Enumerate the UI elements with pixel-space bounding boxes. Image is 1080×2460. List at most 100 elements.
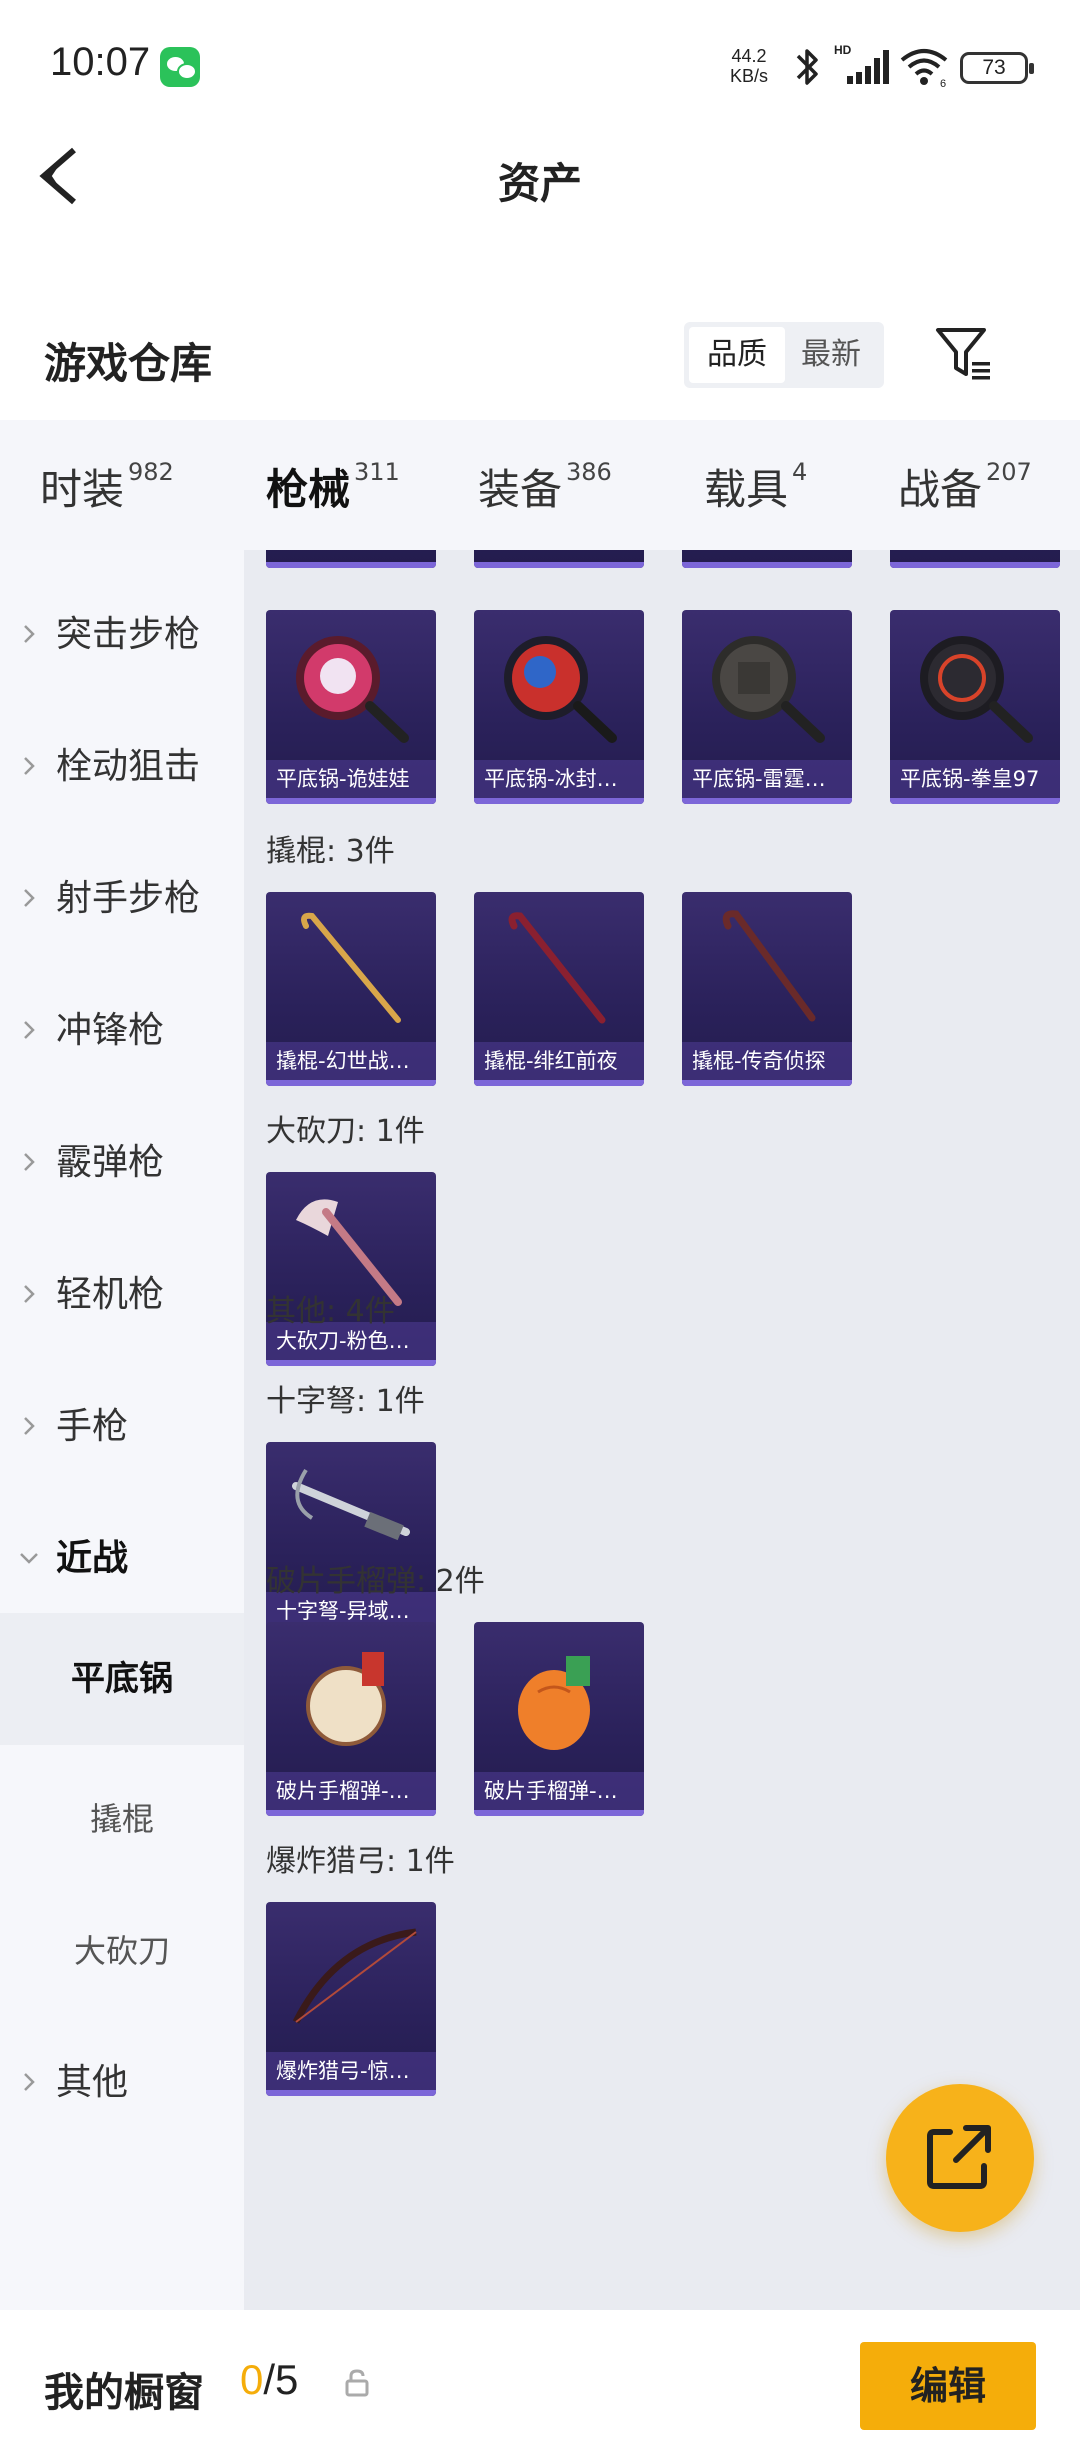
- share-icon: [927, 2125, 991, 2189]
- sidebar-item-label: 突击步枪: [56, 614, 201, 655]
- sidebar-item-label: 霰弹枪: [56, 1142, 165, 1183]
- network-speed: 44.2 KB/s: [730, 46, 768, 86]
- chevron-right-icon: [24, 1021, 35, 1039]
- grenade-image: [306, 1652, 386, 1746]
- item-name: 平底锅-雷霆…: [682, 760, 852, 798]
- item-card[interactable]: 撬棍-传奇侦探: [682, 892, 852, 1086]
- section-header-crowbar: 撬棍: 3件: [266, 834, 395, 869]
- section-header-machete: 大砍刀: 1件: [266, 1114, 425, 1149]
- sidebar-item-pistol[interactable]: 手枪: [0, 1367, 244, 1487]
- tab-count: 4: [792, 458, 808, 486]
- rarity-strip: [474, 1080, 644, 1086]
- rarity-strip: [266, 798, 436, 804]
- sidebar-item-other[interactable]: 其他: [0, 2023, 244, 2143]
- sidebar-item-label: 冲锋枪: [56, 1010, 165, 1051]
- sidebar-item-bolt-sniper[interactable]: 栓动狙击: [0, 707, 244, 827]
- tab-label: 战备: [898, 465, 983, 514]
- item-card[interactable]: 爆炸猎弓-惊…: [266, 1902, 436, 2096]
- section-header-bow: 爆炸猎弓: 1件: [266, 1844, 455, 1879]
- sidebar-item-label: 轻机枪: [56, 1274, 165, 1315]
- item-card[interactable]: 破片手榴弹-…: [266, 1622, 436, 1816]
- frying-pan-image: [296, 636, 409, 743]
- item-name: 爆炸猎弓-惊…: [266, 2052, 436, 2090]
- sidebar-subitem-crowbar[interactable]: 撬棍: [0, 1759, 244, 1879]
- nav-header: 资产: [0, 130, 1080, 220]
- showcase-count: 0/5: [240, 2356, 298, 2404]
- sidebar-item-label: 近战: [56, 1538, 129, 1579]
- item-card-partial[interactable]: [890, 550, 1060, 568]
- lock-icon: [345, 2369, 369, 2397]
- sidebar-item-shotgun[interactable]: 霰弹枪: [0, 1103, 244, 1223]
- frying-pan-image: [920, 636, 1033, 743]
- tab-equipment[interactable]: 装备 386: [478, 456, 612, 526]
- tab-vehicles[interactable]: 载具 4: [704, 456, 807, 526]
- item-card[interactable]: 平底锅-拳皇97: [890, 610, 1060, 804]
- item-name: 平底锅-拳皇97: [890, 760, 1060, 798]
- edit-button[interactable]: 编辑: [860, 2342, 1036, 2430]
- item-card[interactable]: 十字弩-异域…: [266, 1442, 436, 1636]
- item-grid: 平底锅-诡娃娃 平底锅-冰封… 平底锅-雷霆… 平底锅-拳皇97 撬棍: 3件 …: [244, 550, 1080, 2310]
- rarity-strip: [266, 1810, 436, 1816]
- tab-label: 枪械: [266, 465, 351, 514]
- rarity-strip: [474, 798, 644, 804]
- tab-count: 311: [354, 458, 400, 486]
- rarity-strip: [266, 562, 436, 568]
- filter-icon[interactable]: [934, 322, 994, 386]
- sort-quality-button[interactable]: 品质: [689, 327, 785, 383]
- bow-image: [292, 1928, 417, 2024]
- section-header-other: 其他: 4件: [266, 1294, 395, 1329]
- frying-pan-image: [504, 636, 617, 743]
- item-name: 平底锅-冰封…: [474, 760, 644, 798]
- sidebar-item-label: 手枪: [56, 1406, 129, 1447]
- sort-newest-button[interactable]: 最新: [783, 327, 879, 383]
- sidebar-item-label: 大砍刀: [73, 1932, 170, 1970]
- tab-count: 207: [986, 458, 1032, 486]
- item-card-partial[interactable]: [474, 550, 644, 568]
- item-card[interactable]: 平底锅-雷霆…: [682, 610, 852, 804]
- item-card[interactable]: 大砍刀-粉色…: [266, 1172, 436, 1366]
- sidebar-item-marksman[interactable]: 射手步枪: [0, 839, 244, 959]
- tab-fashion[interactable]: 时装 982: [40, 456, 174, 526]
- share-fab-button[interactable]: [886, 2084, 1034, 2232]
- tab-guns[interactable]: 枪械 311: [266, 456, 400, 565]
- item-name: 撬棍-传奇侦探: [682, 1042, 852, 1080]
- battery-icon: 73: [960, 52, 1034, 84]
- item-card[interactable]: 平底锅-冰封…: [474, 610, 644, 804]
- sidebar-subitem-machete[interactable]: 大砍刀: [0, 1891, 244, 2011]
- speed-value: 44.2: [731, 46, 767, 66]
- sidebar-subitem-frying-pan[interactable]: 平底锅: [0, 1613, 244, 1745]
- tab-supplies[interactable]: 战备 207: [898, 456, 1032, 526]
- crowbar-image: [301, 912, 401, 1023]
- item-card[interactable]: 破片手榴弹-…: [474, 1622, 644, 1816]
- chevron-right-icon: [24, 1285, 35, 1303]
- item-card[interactable]: 平底锅-诡娃娃: [266, 610, 436, 804]
- rarity-strip: [682, 798, 852, 804]
- sort-toggle: 品质 最新: [684, 322, 884, 388]
- item-card[interactable]: 撬棍-绯红前夜: [474, 892, 644, 1086]
- crowbar-image: [722, 910, 816, 1022]
- sidebar-item-lmg[interactable]: 轻机枪: [0, 1235, 244, 1355]
- chevron-right-icon: [24, 1153, 35, 1171]
- item-card[interactable]: 撬棍-幻世战…: [266, 892, 436, 1086]
- grenade-image: [518, 1656, 590, 1750]
- sidebar-item-assault-rifle[interactable]: 突击步枪: [0, 575, 244, 695]
- sidebar-item-label: 平底锅: [71, 1659, 173, 1699]
- svg-text:HD: HD: [834, 43, 852, 57]
- rarity-strip: [474, 1810, 644, 1816]
- bluetooth-icon: [796, 49, 818, 85]
- tab-count: 386: [566, 458, 612, 486]
- rarity-strip: [266, 1360, 436, 1366]
- rarity-strip: [682, 1080, 852, 1086]
- tab-label: 载具: [704, 465, 789, 514]
- sidebar-item-smg[interactable]: 冲锋枪: [0, 971, 244, 1091]
- section-header-grenade: 破片手榴弹: 2件: [266, 1564, 485, 1599]
- tab-label: 时装: [40, 465, 125, 514]
- sidebar-item-melee[interactable]: 近战: [0, 1499, 244, 1619]
- item-card-partial[interactable]: [266, 550, 436, 568]
- rarity-strip: [266, 1080, 436, 1086]
- item-card-partial[interactable]: [682, 550, 852, 568]
- svg-text:6: 6: [940, 78, 946, 88]
- rarity-strip: [682, 562, 852, 568]
- showcase-total: /5: [263, 2356, 299, 2403]
- showcase-current: 0: [240, 2356, 264, 2403]
